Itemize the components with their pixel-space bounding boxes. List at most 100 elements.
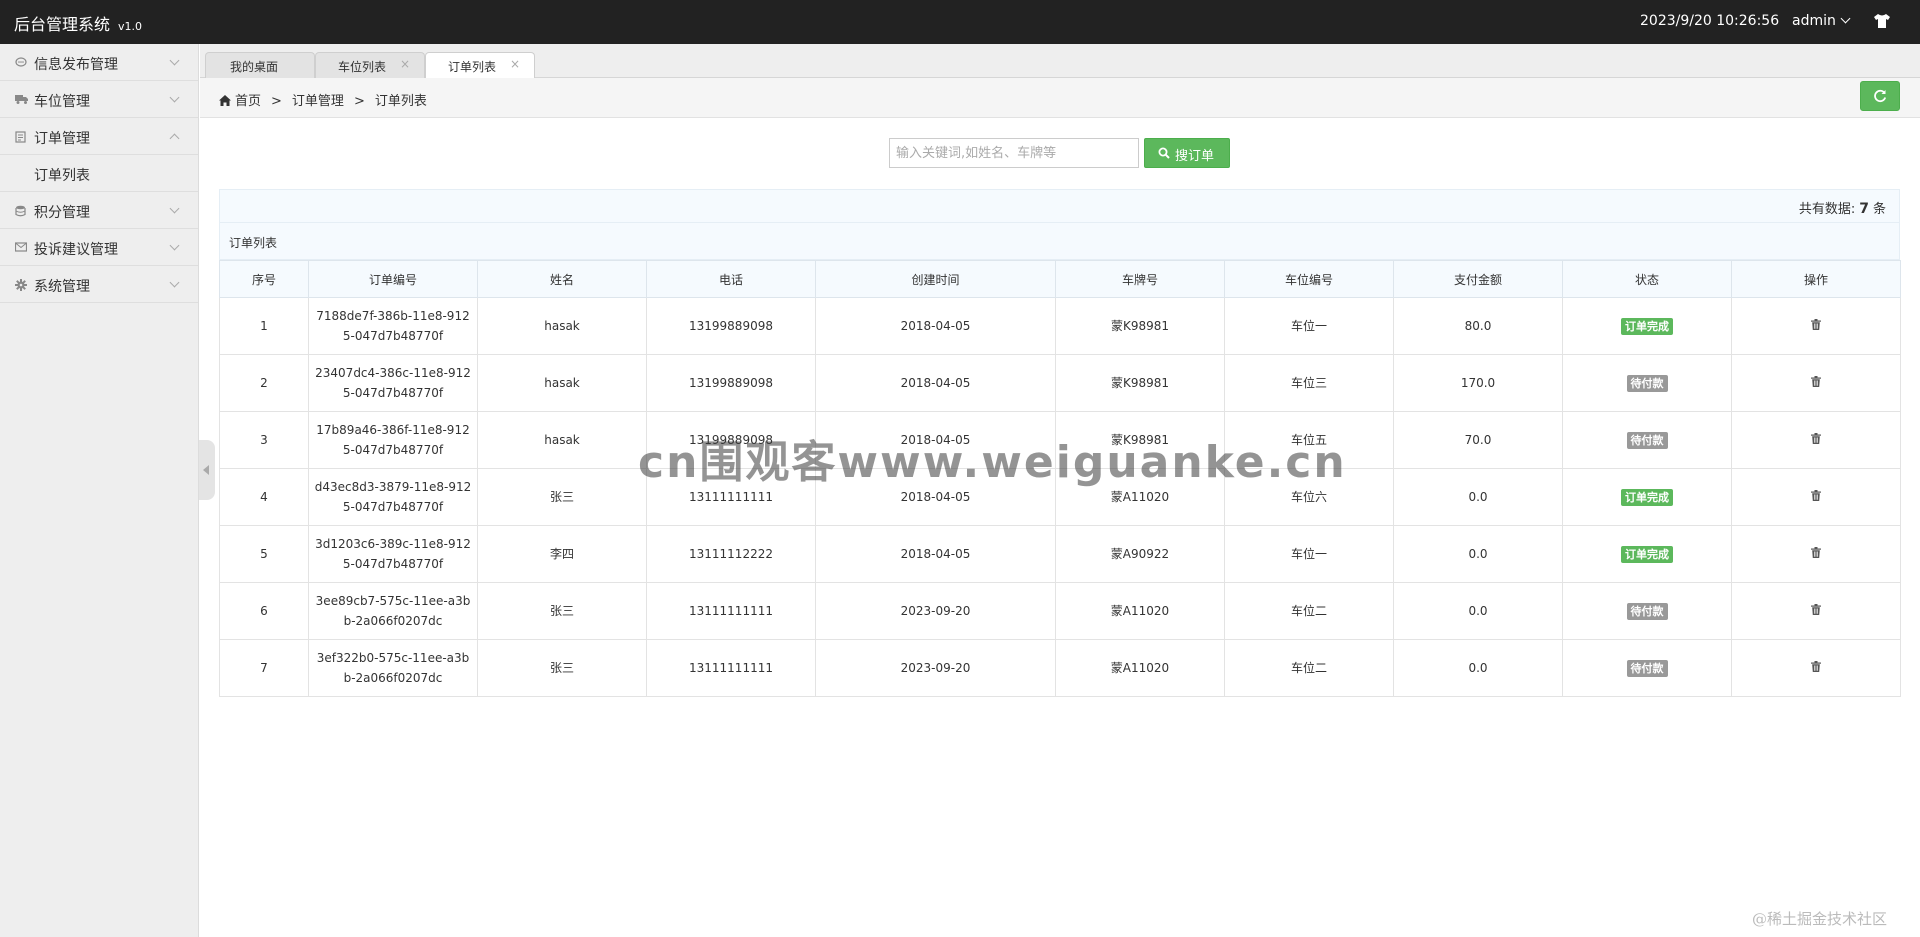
cell-created: 2018-04-05 [815,354,1056,412]
tshirt-icon[interactable] [1873,14,1891,28]
tab-label: 订单列表 [448,60,497,74]
sidebar-subitem-order-list[interactable]: 订单列表 [0,155,198,192]
order-id-line: 3d1203c6-389c-11e8-912 [315,537,471,551]
sidebar-item-system[interactable]: 系统管理 [0,266,198,303]
sidebar-item-label: 投诉建议管理 [34,242,118,258]
status-badge: 订单完成 [1621,546,1673,563]
column-header: 序号 [219,260,309,298]
cell-index: 5 [219,525,309,583]
sidebar-item-info-publish[interactable]: 信息发布管理 [0,44,198,81]
sidebar-item-label: 订单管理 [34,131,90,147]
refresh-button[interactable] [1860,81,1900,111]
table-row: 6 3ee89cb7-575c-11ee-a3b b-2a066f0207dc 张三 1… [219,582,1901,640]
chevron-down-icon [169,277,180,288]
search-orders-button[interactable]: 搜订单 [1144,138,1230,168]
cell-status: 订单完成 [1562,468,1732,526]
cell-actions [1731,411,1901,469]
cell-spot: 车位二 [1224,639,1394,697]
cell-plate: 蒙A90922 [1055,525,1225,583]
cell-status: 待付款 [1562,582,1732,640]
cell-amount: 170.0 [1393,354,1563,412]
corner-watermark: @稀土掘金技术社区 [1752,910,1888,928]
sidebar-item-complaints[interactable]: 投诉建议管理 [0,229,198,266]
cell-created: 2023-09-20 [815,582,1056,640]
sidebar-item-points[interactable]: 积分管理 [0,192,198,229]
app-version: v1.0 [118,20,143,33]
close-icon[interactable]: × [510,57,520,71]
order-id-line: b-2a066f0207dc [343,614,443,628]
trash-icon[interactable] [1811,547,1821,558]
sidebar-item-label: 信息发布管理 [34,57,118,73]
user-name: admin [1792,13,1836,29]
trash-icon[interactable] [1811,376,1821,387]
tab-my-desktop[interactable]: 我的桌面 [205,52,315,78]
breadcrumb-section[interactable]: 订单管理 [292,94,344,109]
count-value: 7 [1859,201,1869,217]
trash-icon[interactable] [1811,433,1821,444]
refresh-icon [1874,89,1887,103]
panel-title: 订单列表 [219,223,1900,260]
chevron-down-icon [169,203,180,214]
cell-index: 7 [219,639,309,697]
table-row: 7 3ef322b0-575c-11ee-a3b b-2a066f0207dc 张三 1… [219,639,1901,697]
order-id-line: 5-047d7b48770f [342,557,444,571]
order-id-line: 3ee89cb7-575c-11ee-a3b [315,594,471,608]
cell-amount: 0.0 [1393,525,1563,583]
panel-title-text: 订单列表 [229,236,278,250]
cell-phone: 13111112222 [646,525,816,583]
count-prefix: 共有数据: [1798,202,1856,217]
breadcrumb: 首页 > 订单管理 > 订单列表 [219,90,427,109]
close-icon[interactable]: × [400,57,410,71]
order-id-line: 17b89a46-386f-11e8-912 [316,423,470,437]
cell-amount: 80.0 [1393,297,1563,355]
sidebar-item-label: 系统管理 [34,279,90,295]
cell-order-id: 17b89a46-386f-11e8-912 5-047d7b48770f [308,411,478,469]
sidebar-item-label: 车位管理 [34,94,90,110]
cell-plate: 蒙A11020 [1055,582,1225,640]
cell-status: 订单完成 [1562,297,1732,355]
sidebar-item-orders[interactable]: 订单管理 [0,118,198,155]
cell-index: 3 [219,411,309,469]
tab-label: 我的桌面 [230,60,279,74]
truck-icon [15,94,28,105]
cell-amount: 0.0 [1393,639,1563,697]
sidebar: 信息发布管理 车位管理 订单管理 订单列表 积分管理 投诉建议管理 系统管理 [0,44,199,937]
home-icon [219,95,231,106]
sidebar-collapse-handle[interactable] [199,440,215,500]
table-header-row: 序号 订单编号 姓名 电话 创建时间 车牌号 车位编号 支付金额 状态 操作 [219,260,1901,298]
tab-parking-list[interactable]: 车位列表 × [315,52,425,78]
app-title-text: 后台管理系统 [14,15,111,34]
clipboard-icon [15,131,27,143]
cell-phone: 13199889098 [646,297,816,355]
trash-icon[interactable] [1811,661,1821,672]
breadcrumb-current: 订单列表 [374,94,427,109]
envelope-icon [14,242,28,253]
gear-icon [15,279,27,291]
cell-name: 李四 [477,525,647,583]
tab-order-list[interactable]: 订单列表 × [425,52,535,79]
breadcrumb-home[interactable]: 首页 [235,94,261,109]
count-suffix: 条 [1872,202,1886,217]
cell-order-id: 3ef322b0-575c-11ee-a3b b-2a066f0207dc [308,639,478,697]
sidebar-item-parking[interactable]: 车位管理 [0,81,198,118]
cell-name: 张三 [477,468,647,526]
cell-name: 张三 [477,639,647,697]
datetime-display: 2023/9/20 10:26:56 [1640,13,1780,29]
trash-icon[interactable] [1811,604,1821,615]
cell-index: 4 [219,468,309,526]
cell-spot: 车位一 [1224,525,1394,583]
cell-actions [1731,639,1901,697]
user-menu[interactable]: admin [1792,13,1851,29]
trash-icon[interactable] [1811,490,1821,501]
column-header: 订单编号 [308,260,478,298]
cell-order-id: 3ee89cb7-575c-11ee-a3b b-2a066f0207dc [308,582,478,640]
column-header: 电话 [646,260,816,298]
chevron-down-icon [169,92,180,103]
watermark: cn围观客www.weiguanke.cn [638,437,1347,488]
cell-status: 待付款 [1562,639,1732,697]
cell-actions [1731,354,1901,412]
trash-icon[interactable] [1811,319,1821,330]
cell-phone: 13199889098 [646,354,816,412]
record-count: 共有数据: 7 条 [1799,198,1886,217]
search-input[interactable] [889,138,1139,168]
